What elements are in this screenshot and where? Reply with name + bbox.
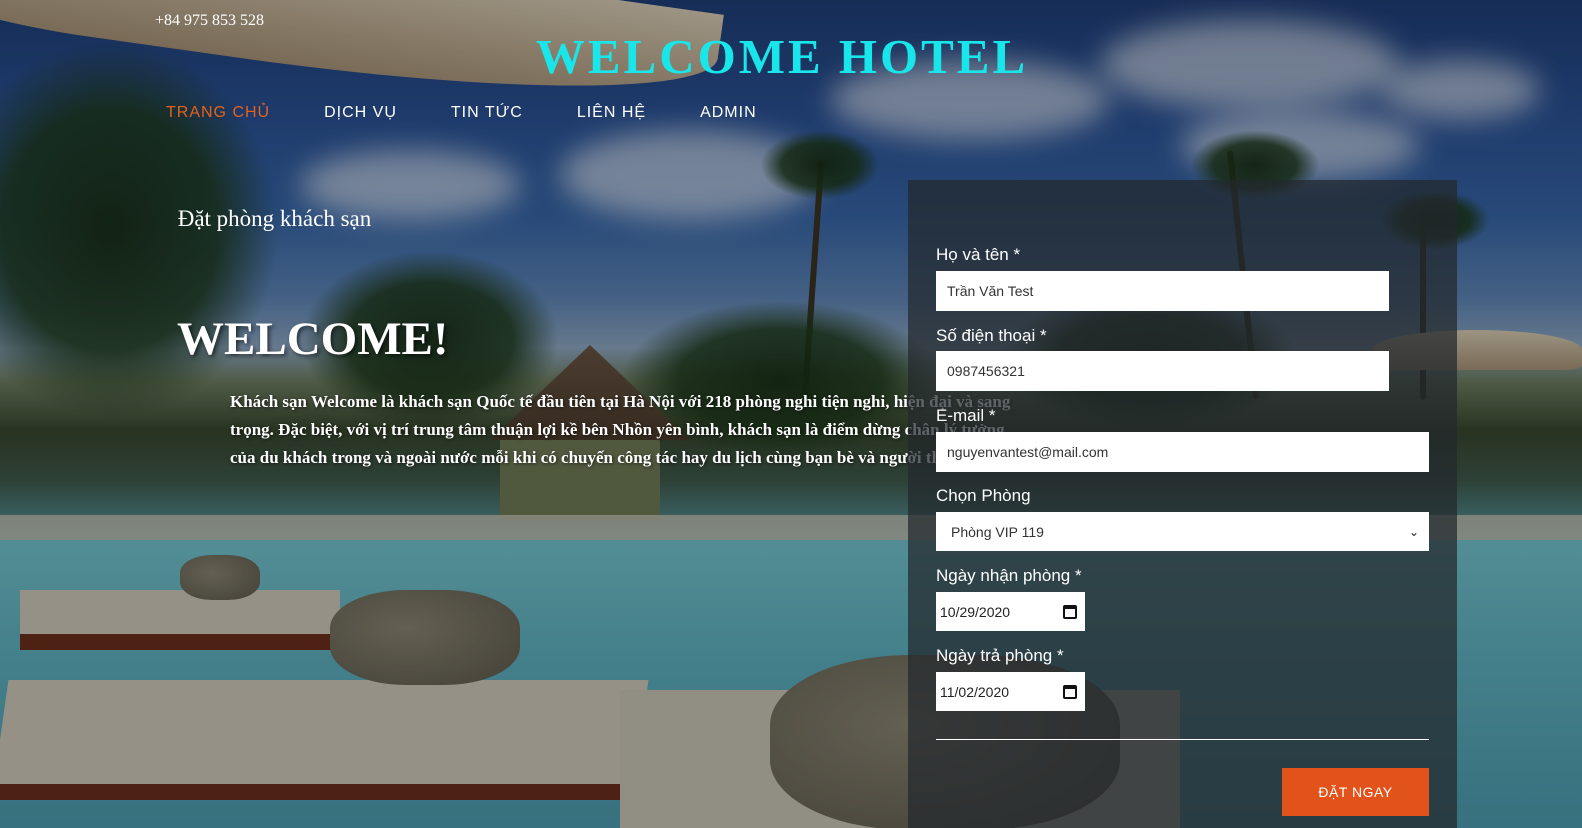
checkout-date-value: 11/02/2020 bbox=[940, 683, 1010, 700]
checkin-date-input[interactable]: 10/29/2020 bbox=[936, 592, 1085, 631]
room-select-value: Phòng VIP 119 bbox=[951, 523, 1044, 540]
checkin-label: Ngày nhận phòng * bbox=[936, 566, 1082, 585]
nav-item-services[interactable]: DỊCH VỤ bbox=[324, 104, 397, 122]
site-logo-title[interactable]: WELCOME HOTEL bbox=[0, 28, 1564, 85]
full-name-input[interactable] bbox=[936, 271, 1389, 311]
hero-title: WELCOME! bbox=[177, 313, 449, 365]
checkout-label: Ngày trả phòng * bbox=[936, 646, 1064, 665]
phone-input[interactable] bbox=[936, 351, 1389, 391]
form-divider bbox=[936, 739, 1429, 740]
room-select-label: Chọn Phòng bbox=[936, 486, 1031, 505]
nav-item-admin[interactable]: ADMIN bbox=[700, 104, 757, 122]
calendar-icon[interactable] bbox=[1063, 604, 1077, 619]
nav-item-contact[interactable]: LIÊN HỆ bbox=[577, 104, 646, 122]
checkin-date-value: 10/29/2020 bbox=[940, 603, 1011, 620]
nav-item-news[interactable]: TIN TỨC bbox=[451, 104, 523, 122]
email-label: E-mail * bbox=[936, 406, 996, 425]
book-now-button[interactable]: ĐẶT NGAY bbox=[1282, 768, 1429, 816]
phone-label: Số điện thoại * bbox=[936, 326, 1047, 345]
calendar-icon[interactable] bbox=[1063, 684, 1077, 699]
nav-item-home[interactable]: TRANG CHỦ bbox=[166, 104, 270, 122]
main-nav: TRANG CHỦ DỊCH VỤ TIN TỨC LIÊN HỆ ADMIN bbox=[166, 104, 811, 122]
room-select[interactable]: Phòng VIP 119 ⌄ bbox=[936, 512, 1429, 551]
hero-description: Khách sạn Welcome là khách sạn Quốc tế đ… bbox=[230, 392, 1011, 467]
booking-panel-title-row: Đặt phòng khách sạn bbox=[0, 206, 549, 232]
checkout-date-input[interactable]: 11/02/2020 bbox=[936, 672, 1085, 711]
booking-panel-title: Đặt phòng khách sạn bbox=[177, 206, 372, 231]
chevron-down-icon: ⌄ bbox=[1408, 524, 1419, 539]
full-name-label: Họ và tên * bbox=[936, 245, 1021, 264]
email-input[interactable] bbox=[936, 432, 1429, 472]
